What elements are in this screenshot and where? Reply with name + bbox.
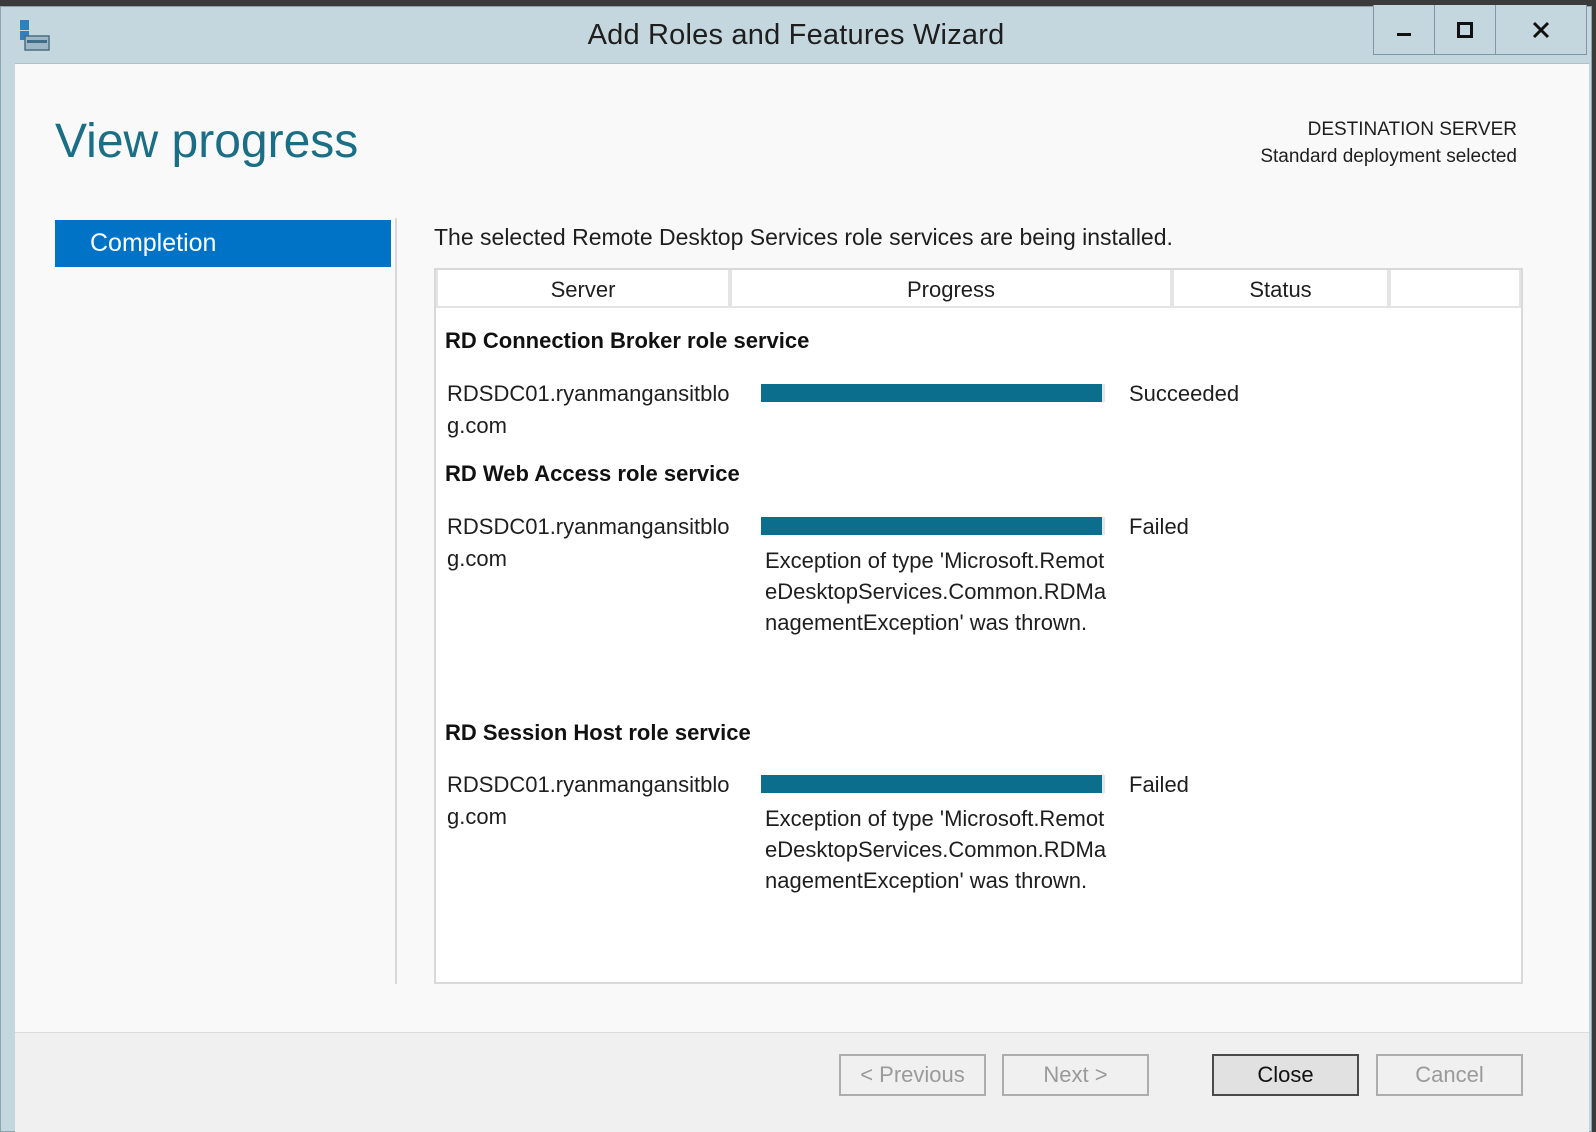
progress-fill: [761, 775, 1102, 793]
group-title: RD Session Host role service: [445, 720, 751, 745]
close-icon: [1532, 21, 1550, 38]
window-title: Add Roles and Features Wizard: [587, 19, 1005, 51]
server-name: RDSDC01.ryanmangansitblog.com: [447, 514, 730, 571]
previous-button[interactable]: < Previous: [839, 1054, 986, 1096]
status-text: Failed: [1129, 514, 1189, 539]
next-button[interactable]: Next >: [1002, 1054, 1149, 1096]
wizard-window: Add Roles and Features Wizard View progr…: [0, 5, 1592, 1132]
maximize-button[interactable]: [1434, 5, 1496, 55]
column-header-server[interactable]: Server: [436, 270, 730, 308]
progress-fill: [761, 384, 1102, 402]
server-name: RDSDC01.ryanmangansitblog.com: [447, 381, 730, 438]
status-text: Failed: [1129, 772, 1189, 797]
progress-bar: [761, 517, 1105, 535]
minimize-button[interactable]: [1373, 5, 1435, 55]
destination-label: DESTINATION SERVER: [1307, 119, 1517, 140]
close-button[interactable]: Close: [1212, 1054, 1359, 1096]
wizard-content: View progress DESTINATION SERVER Standar…: [15, 63, 1589, 1132]
title-bar[interactable]: Add Roles and Features Wizard: [1, 5, 1591, 63]
group-title: RD Web Access role service: [445, 461, 740, 486]
step-completion[interactable]: Completion: [55, 220, 391, 267]
sidebar-divider: [395, 218, 397, 984]
column-header-blank[interactable]: [1389, 270, 1521, 308]
group-title: RD Connection Broker role service: [445, 328, 810, 353]
cancel-button[interactable]: Cancel: [1376, 1054, 1523, 1096]
close-window-button[interactable]: [1495, 5, 1587, 55]
progress-table: Server Progress Status RD Connection Bro…: [434, 268, 1523, 984]
progress-fill: [761, 517, 1102, 535]
progress-bar: [761, 775, 1105, 793]
status-text: Succeeded: [1129, 381, 1240, 406]
error-message: Exception of type 'Microsoft.RemoteDeskt…: [765, 548, 1107, 635]
table-header: Server Progress Status: [436, 270, 1521, 310]
destination-server-info: DESTINATION SERVER Standard deployment s…: [1260, 116, 1517, 170]
button-bar: < Previous Next > Close Cancel: [15, 1032, 1589, 1132]
maximize-icon: [1457, 21, 1473, 38]
minimize-icon: [1397, 32, 1411, 36]
wizard-steps: Completion: [55, 220, 391, 267]
progress-bar: [761, 384, 1105, 402]
destination-value: Standard deployment selected: [1260, 146, 1517, 167]
window-controls: [1373, 5, 1587, 55]
intro-text: The selected Remote Desktop Services rol…: [434, 224, 1173, 250]
page-title: View progress: [55, 115, 359, 168]
server-name: RDSDC01.ryanmangansitblog.com: [447, 772, 730, 829]
error-message: Exception of type 'Microsoft.RemoteDeskt…: [765, 806, 1107, 893]
column-header-status[interactable]: Status: [1172, 270, 1389, 308]
column-header-progress[interactable]: Progress: [730, 270, 1172, 308]
